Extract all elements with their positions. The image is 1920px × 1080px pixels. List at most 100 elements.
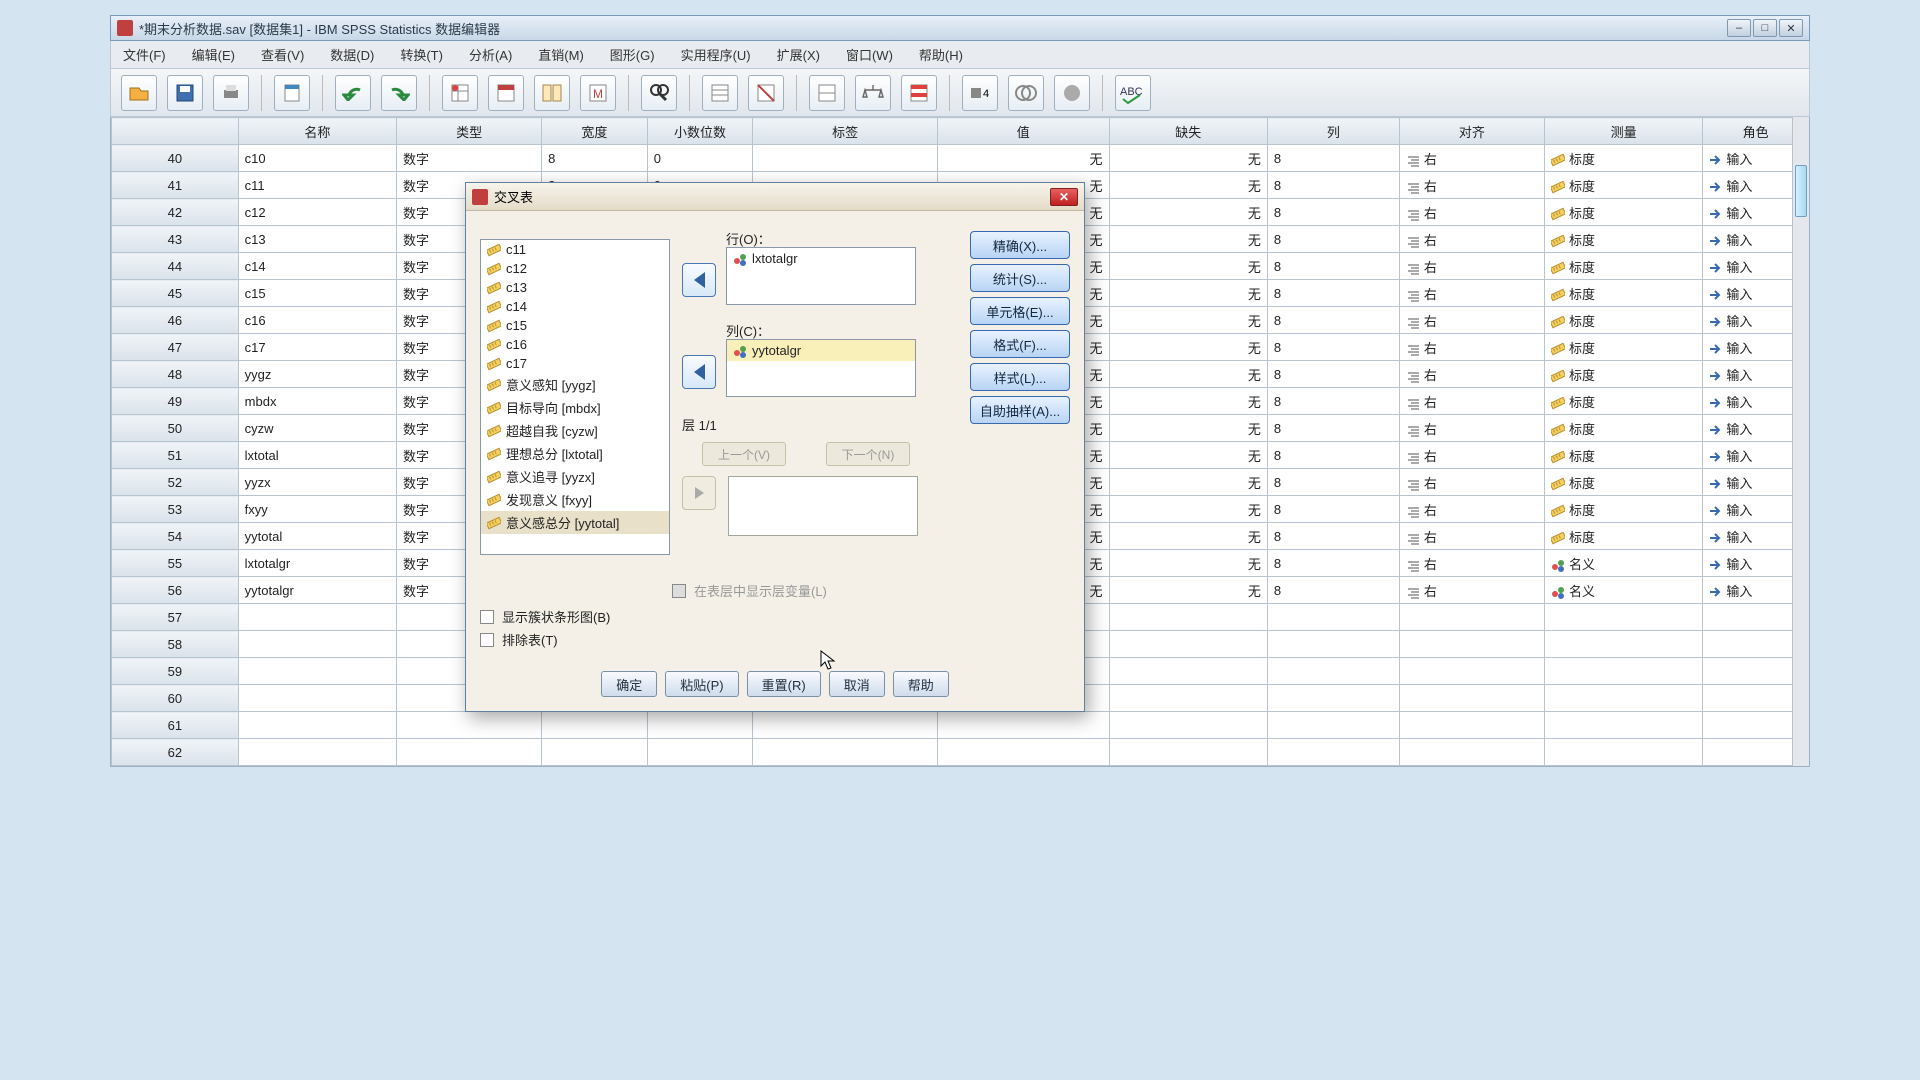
cell-align[interactable]: 右	[1399, 496, 1544, 523]
cell-missing[interactable]: 无	[1109, 172, 1267, 199]
cell-width[interactable]: 8	[542, 145, 648, 172]
source-var-item[interactable]: 意义感知 [yygz]	[481, 373, 669, 396]
cell-measure[interactable]: 标度	[1545, 361, 1703, 388]
cell-name[interactable]: c10	[238, 145, 396, 172]
cell-empty[interactable]	[1545, 685, 1703, 712]
layer-next-button[interactable]: 下一个(N)	[826, 442, 910, 466]
cell-empty[interactable]	[1545, 604, 1703, 631]
cell-empty[interactable]	[647, 739, 753, 766]
cell-measure[interactable]: 标度	[1545, 172, 1703, 199]
open-icon[interactable]	[121, 75, 157, 111]
cell-missing[interactable]: 无	[1109, 550, 1267, 577]
col-measure[interactable]: 测量	[1545, 118, 1703, 145]
exact-button[interactable]: 精确(X)...	[970, 231, 1070, 259]
cell-name[interactable]	[238, 631, 396, 658]
goto-case-icon[interactable]	[442, 75, 478, 111]
cell-missing[interactable]: 无	[1109, 388, 1267, 415]
cell-name[interactable]: yytotal	[238, 523, 396, 550]
cell-values[interactable]: 无	[938, 145, 1110, 172]
ok-button[interactable]: 确定	[601, 671, 657, 697]
maximize-button[interactable]: □	[1753, 19, 1777, 37]
vertical-scrollbar[interactable]	[1792, 117, 1809, 766]
bootstrap-button[interactable]: 自助抽样(A)...	[970, 396, 1070, 424]
row-header[interactable]: 43	[112, 226, 239, 253]
dialog-close-button[interactable]: ✕	[1050, 188, 1078, 206]
cell-name[interactable]: lxtotalgr	[238, 550, 396, 577]
cell-empty[interactable]	[1109, 712, 1267, 739]
move-to-rows-button[interactable]	[682, 263, 716, 297]
row-header[interactable]: 56	[112, 577, 239, 604]
cell-align[interactable]: 右	[1399, 199, 1544, 226]
row-header[interactable]: 61	[112, 712, 239, 739]
cell-empty[interactable]	[397, 712, 542, 739]
cell-name[interactable]: c14	[238, 253, 396, 280]
cell-name[interactable]	[238, 712, 396, 739]
cell-align[interactable]: 右	[1399, 280, 1544, 307]
col-missing[interactable]: 缺失	[1109, 118, 1267, 145]
cell-align[interactable]: 右	[1399, 334, 1544, 361]
cell-name[interactable]: yygz	[238, 361, 396, 388]
row-header[interactable]: 48	[112, 361, 239, 388]
cell-columns[interactable]: 8	[1267, 361, 1399, 388]
cell-empty[interactable]	[1399, 685, 1544, 712]
cell-empty[interactable]	[647, 712, 753, 739]
columns-target-list[interactable]: yytotalgr	[726, 339, 916, 397]
cell-columns[interactable]: 8	[1267, 226, 1399, 253]
source-var-item[interactable]: c15	[481, 316, 669, 335]
cell-name[interactable]: c17	[238, 334, 396, 361]
cell-name[interactable]: fxyy	[238, 496, 396, 523]
menu-view[interactable]: 查看(V)	[257, 43, 308, 66]
cell-measure[interactable]: 标度	[1545, 469, 1703, 496]
layer-prev-button[interactable]: 上一个(V)	[702, 442, 786, 466]
cell-name[interactable]: c12	[238, 199, 396, 226]
cell-missing[interactable]: 无	[1109, 361, 1267, 388]
menu-file[interactable]: 文件(F)	[119, 43, 170, 66]
cell-measure[interactable]: 标度	[1545, 442, 1703, 469]
row-header[interactable]: 45	[112, 280, 239, 307]
value-labels-icon[interactable]: 4	[962, 75, 998, 111]
cell-measure[interactable]: 标度	[1545, 253, 1703, 280]
cell-columns[interactable]: 8	[1267, 307, 1399, 334]
help-button[interactable]: 帮助	[893, 671, 949, 697]
col-name[interactable]: 名称	[238, 118, 396, 145]
layer-target-list[interactable]	[728, 476, 918, 536]
menu-direct[interactable]: 直销(M)	[534, 43, 588, 66]
cell-name[interactable]	[238, 739, 396, 766]
cell-columns[interactable]: 8	[1267, 550, 1399, 577]
cell-name[interactable]: c11	[238, 172, 396, 199]
cell-empty[interactable]	[1109, 658, 1267, 685]
use-sets-icon[interactable]	[1008, 75, 1044, 111]
insert-cases-icon[interactable]	[702, 75, 738, 111]
source-var-item[interactable]: c14	[481, 297, 669, 316]
cell-name[interactable]: cyzw	[238, 415, 396, 442]
cell-align[interactable]: 右	[1399, 442, 1544, 469]
goto-var-icon[interactable]	[488, 75, 524, 111]
source-var-item[interactable]: 超越自我 [cyzw]	[481, 419, 669, 442]
cell-missing[interactable]: 无	[1109, 307, 1267, 334]
cell-empty[interactable]	[397, 739, 542, 766]
cell-align[interactable]: 右	[1399, 172, 1544, 199]
cell-align[interactable]: 右	[1399, 145, 1544, 172]
cell-name[interactable]: c13	[238, 226, 396, 253]
row-header[interactable]: 60	[112, 685, 239, 712]
col-type[interactable]: 类型	[397, 118, 542, 145]
cell-align[interactable]: 右	[1399, 253, 1544, 280]
cell-missing[interactable]: 无	[1109, 334, 1267, 361]
col-width[interactable]: 宽度	[542, 118, 648, 145]
cell-missing[interactable]: 无	[1109, 523, 1267, 550]
move-to-columns-button[interactable]	[682, 355, 716, 389]
menu-transform[interactable]: 转换(T)	[396, 43, 447, 66]
format-button[interactable]: 格式(F)...	[970, 330, 1070, 358]
cell-align[interactable]: 右	[1399, 361, 1544, 388]
cell-name[interactable]	[238, 604, 396, 631]
row-header[interactable]: 55	[112, 550, 239, 577]
row-header[interactable]: 57	[112, 604, 239, 631]
row-header[interactable]: 53	[112, 496, 239, 523]
style-button[interactable]: 样式(L)...	[970, 363, 1070, 391]
cell-columns[interactable]: 8	[1267, 199, 1399, 226]
cell-columns[interactable]: 8	[1267, 334, 1399, 361]
bar-chart-checkbox[interactable]	[480, 610, 494, 624]
source-var-item[interactable]: c16	[481, 335, 669, 354]
cell-empty[interactable]	[542, 739, 648, 766]
cell-align[interactable]: 右	[1399, 550, 1544, 577]
